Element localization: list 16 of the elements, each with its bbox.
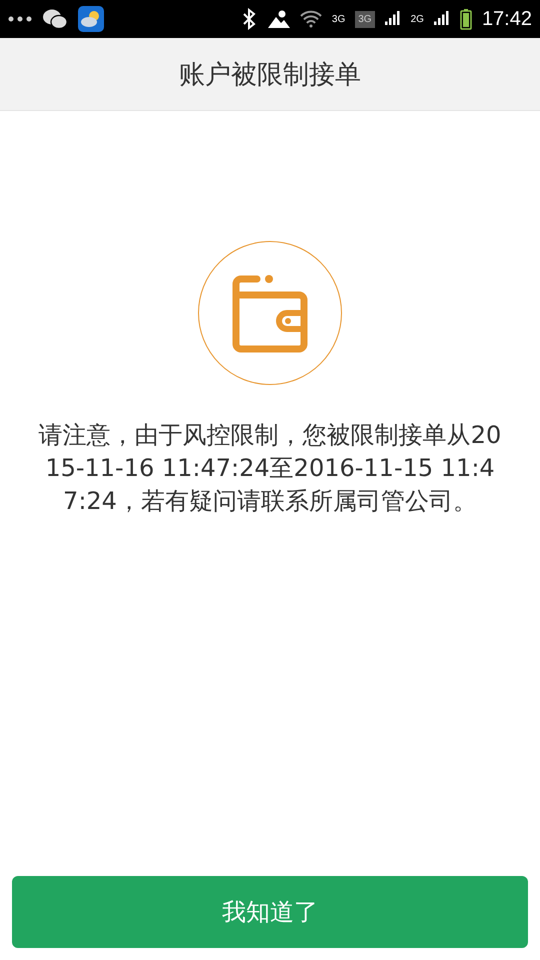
network-type-label: 3G: [332, 14, 346, 24]
cloud-mountain-icon: [268, 10, 290, 28]
signal-icon: [434, 11, 450, 27]
restriction-message: 请注意，由于风控限制，您被限制接单从2015-11-16 11:47:24至2016-11-15 11:47:24，若有疑问请联系所属司管公司。: [38, 420, 502, 517]
page-title: 账户被限制接单: [179, 58, 361, 92]
more-dots-icon: [8, 16, 32, 22]
wifi-icon: [300, 10, 322, 28]
clock-time: 17:42: [482, 8, 532, 30]
weather-icon: [78, 6, 104, 32]
chat-bubbles-icon: [42, 8, 68, 30]
network-type-label: 2G: [410, 14, 424, 24]
battery-icon: [460, 8, 472, 30]
signal-icon: [384, 11, 401, 27]
network-type-label: 3G: [355, 10, 375, 28]
confirm-button[interactable]: 我知道了: [12, 876, 528, 948]
wallet-icon: [231, 273, 309, 353]
